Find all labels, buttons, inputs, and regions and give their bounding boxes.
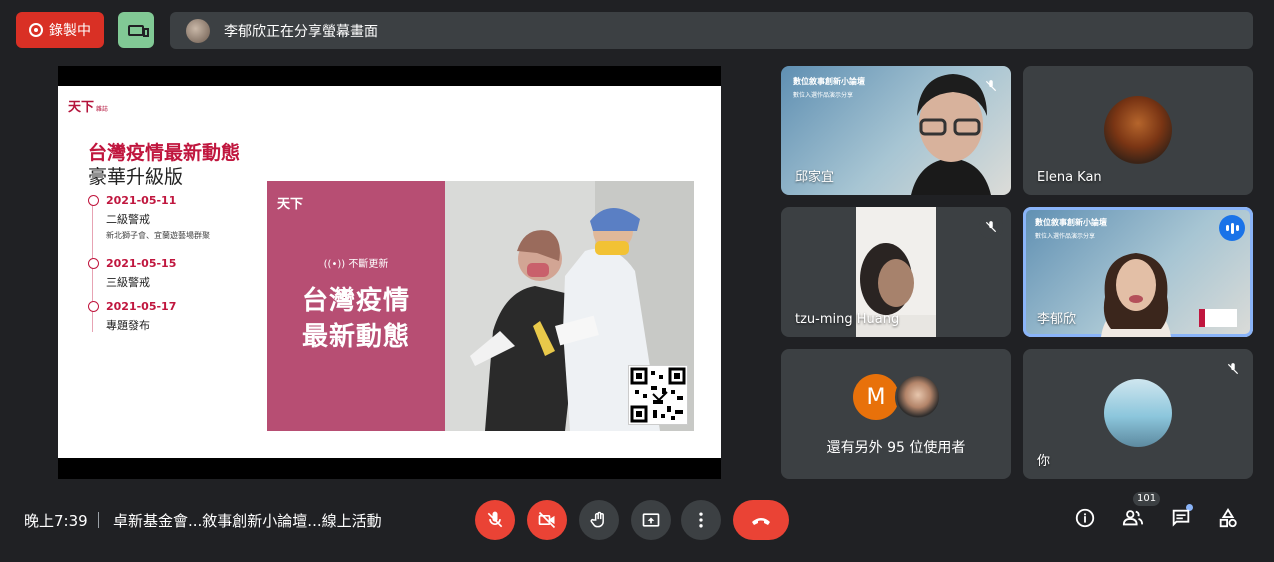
virtual-background-subcaption: 數位入選作品演示分享 [793, 92, 854, 99]
chat-button[interactable] [1167, 504, 1195, 532]
camera-off-icon [538, 511, 556, 529]
participant-tile[interactable]: 數位敘事創新小論壇 數位入選作品演示分享 邱家宜 [781, 66, 1011, 195]
muted-mic-icon [979, 215, 1003, 239]
participant-name: 你 [1037, 454, 1051, 469]
present-icon [642, 513, 660, 527]
raise-hand-button[interactable] [579, 500, 619, 540]
presenting-banner: 李郁欣正在分享螢幕畫面 [170, 12, 1253, 49]
speaking-indicator-icon [1219, 215, 1245, 241]
banner-live-label: ((•)) 不斷更新 [323, 259, 389, 270]
hang-up-icon [752, 518, 770, 525]
participant-avatar [1104, 96, 1172, 164]
timeline-dot [88, 195, 99, 206]
virtual-background-subcaption: 數位入選作品演示分享 [1035, 233, 1096, 240]
presenter-avatar [186, 18, 210, 43]
timeline-date: 2021-05-11 [106, 194, 177, 207]
banner-title: 台灣疫情 最新動態 [301, 286, 410, 352]
presentation-layout-button[interactable] [118, 12, 154, 48]
participant-name: Elena Kan [1037, 170, 1102, 185]
muted-mic-icon [1221, 357, 1245, 381]
participant-video [1101, 253, 1171, 337]
bottom-bar: 晚上7:39 卓新基金會...敘事創新小論壇...線上活動 101 [0, 488, 1274, 548]
participant-initial-avatar: M [853, 374, 899, 420]
meeting-time: 晚上7:39 [24, 512, 88, 530]
meeting-title: 卓新基金會...敘事創新小論壇...線上活動 [113, 512, 382, 530]
self-avatar [1104, 379, 1172, 447]
slide-subtitle: 豪華升級版 [88, 166, 184, 188]
recording-label: 錄製中 [49, 23, 91, 39]
participant-avatar [895, 374, 941, 420]
chat-icon [1172, 509, 1190, 527]
timeline-item: 2021-05-11 二級警戒 新北獅子會、宜蘭遊藝場群聚 [88, 194, 210, 241]
slide-title: 台灣疫情最新動態 [88, 142, 241, 164]
timeline-label: 專題發布 [106, 319, 150, 332]
presenting-text: 李郁欣正在分享螢幕畫面 [224, 23, 378, 40]
banner-photo [445, 181, 694, 431]
more-vert-icon [699, 512, 703, 528]
timeline-label: 三級警戒 [106, 276, 150, 289]
people-button[interactable] [1119, 504, 1147, 532]
timeline: 2021-05-11 二級警戒 新北獅子會、宜蘭遊藝場群聚 2021-05-15… [88, 194, 210, 343]
timeline-item: 2021-05-15 三級警戒 [88, 257, 210, 290]
participant-tile[interactable]: tzu-ming Huang [781, 207, 1011, 337]
timeline-date: 2021-05-17 [106, 300, 177, 313]
banner-logo: 天下 [277, 197, 304, 212]
leave-call-button[interactable] [733, 500, 789, 540]
shared-screen: 天下 雜誌 台灣疫情最新動態 豪華升級版 2021-05-11 二級警戒 新北獅子… [58, 66, 721, 479]
participant-name: 邱家宜 [795, 170, 835, 185]
slide-banner: 天下 ((•)) 不斷更新 台灣疫情 最新動態 [267, 181, 694, 431]
hand-icon [590, 511, 604, 528]
mic-off-icon [487, 511, 503, 528]
qr-code [628, 365, 688, 425]
muted-mic-icon [979, 74, 1003, 98]
virtual-background-caption: 數位敘事創新小論壇 [1035, 218, 1107, 227]
activities-icon [1219, 508, 1237, 528]
more-participants-tile[interactable]: M 還有另外 95 位使用者 [781, 349, 1011, 479]
divider [98, 512, 99, 528]
timeline-item: 2021-05-17 專題發布 [88, 300, 210, 333]
camera-toggle-button[interactable] [527, 500, 567, 540]
participant-name: tzu-ming Huang [795, 312, 900, 327]
more-options-button[interactable] [681, 500, 721, 540]
more-participants-label: 還有另外 95 位使用者 [826, 440, 966, 456]
meeting-details-button[interactable] [1071, 504, 1099, 532]
timeline-date: 2021-05-15 [106, 257, 177, 270]
timeline-label: 二級警戒 [106, 213, 150, 226]
participant-tile-active-speaker[interactable]: 數位敘事創新小論壇 數位入選作品演示分享 李郁欣 [1023, 207, 1253, 337]
record-icon [29, 23, 43, 37]
self-tile[interactable]: 你 [1023, 349, 1253, 479]
timeline-dot [88, 258, 99, 269]
banner-text-panel: 天下 ((•)) 不斷更新 台灣疫情 最新動態 [267, 181, 445, 431]
virtual-background-caption: 數位敘事創新小論壇 [793, 77, 865, 86]
participant-name: 李郁欣 [1037, 312, 1077, 327]
screen-share-icon [128, 24, 149, 37]
background-logo [1199, 309, 1237, 327]
timeline-note: 新北獅子會、宜蘭遊藝場群聚 [106, 231, 210, 240]
participant-tile[interactable]: Elena Kan [1023, 66, 1253, 195]
info-icon [1075, 508, 1095, 528]
microphone-toggle-button[interactable] [475, 500, 515, 540]
timeline-dot [88, 301, 99, 312]
recording-indicator[interactable]: 錄製中 [16, 12, 104, 48]
presentation-slide: 天下 雜誌 台灣疫情最新動態 豪華升級版 2021-05-11 二級警戒 新北獅子… [58, 86, 721, 458]
people-icon [1122, 510, 1144, 526]
slide-logo: 天下 雜誌 [68, 100, 109, 115]
top-bar: 錄製中 李郁欣正在分享螢幕畫面 [0, 0, 1274, 62]
present-screen-button[interactable] [631, 500, 671, 540]
activities-button[interactable] [1214, 504, 1242, 532]
